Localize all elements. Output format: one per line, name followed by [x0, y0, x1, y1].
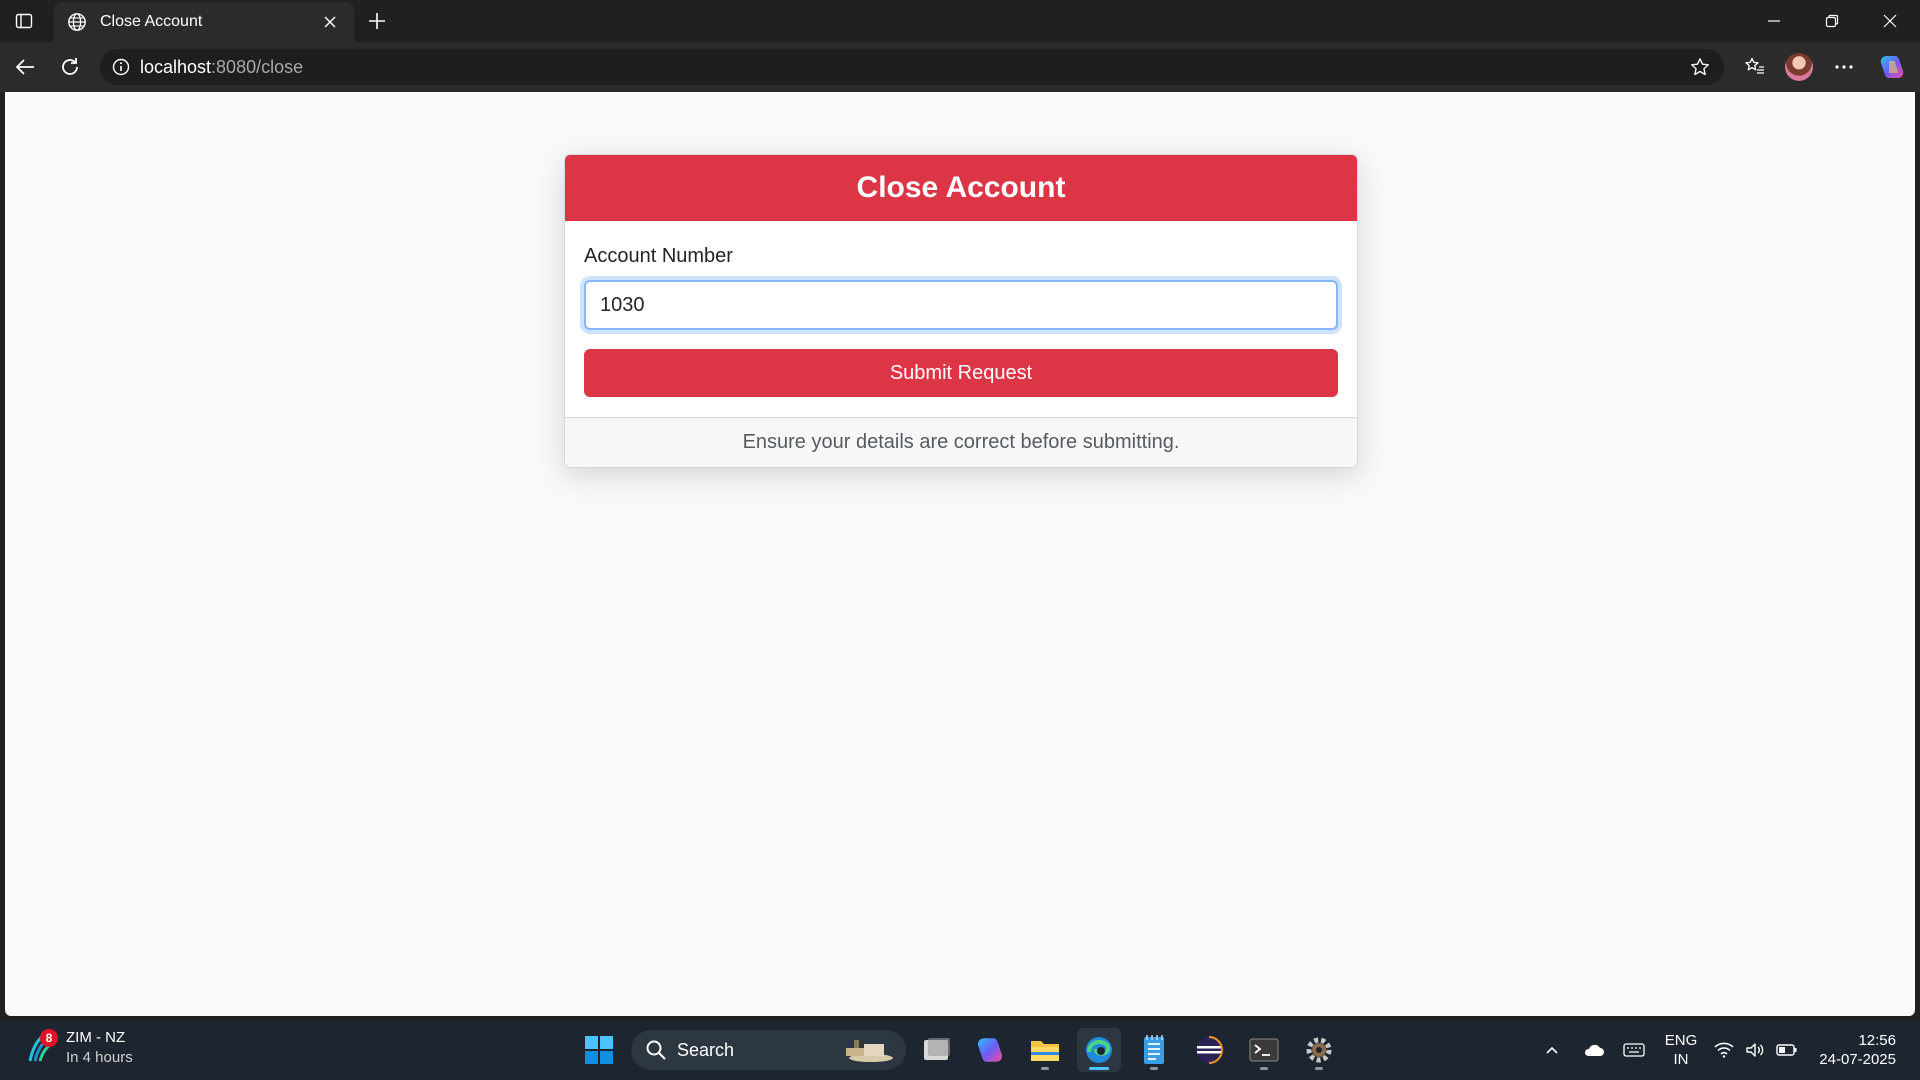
minimize-icon — [1768, 20, 1780, 22]
taskbar: 8 ZIM - NZ In 4 hours Search ENG IN 12:5… — [0, 1020, 1920, 1080]
notepad-icon — [1144, 1035, 1164, 1064]
globe-icon — [66, 11, 88, 33]
terminal-button[interactable] — [1242, 1028, 1286, 1072]
weather-title: ZIM - NZ — [66, 1029, 126, 1046]
account-number-label: Account Number — [584, 245, 733, 267]
copilot-app-icon — [977, 1038, 1003, 1062]
account-number-input[interactable] — [584, 280, 1338, 330]
tab-actions-button[interactable] — [8, 5, 40, 37]
keyboard-icon — [1623, 1043, 1645, 1057]
favorites-list-icon — [1745, 57, 1764, 74]
edge-icon — [1086, 1037, 1112, 1063]
url-host: localhost — [140, 56, 212, 77]
running-indicator — [1315, 1067, 1323, 1070]
url-path: :8080/close — [211, 56, 304, 77]
onedrive-button[interactable] — [1580, 1030, 1608, 1070]
battery-icon — [1776, 1044, 1797, 1056]
search-label: Search — [677, 1039, 735, 1060]
refresh-icon — [62, 58, 78, 75]
running-indicator — [1260, 1067, 1268, 1070]
restore-icon — [1825, 14, 1839, 28]
taskbar-search[interactable]: Search — [631, 1030, 906, 1070]
avatar — [1785, 53, 1813, 81]
input-language-button[interactable]: ENG IN — [1658, 1030, 1704, 1070]
notification-badge: 8 — [40, 1029, 58, 1047]
cricket-icon: 8 — [24, 1029, 58, 1065]
favorites-button[interactable] — [1736, 48, 1774, 86]
page-title: Close Account — [856, 171, 1066, 204]
running-indicator — [1150, 1067, 1158, 1070]
minimize-button[interactable] — [1745, 0, 1803, 42]
plus-icon — [369, 13, 385, 29]
gear-icon — [1306, 1037, 1332, 1063]
eclipse-button[interactable] — [1187, 1028, 1231, 1072]
wifi-icon — [1714, 1042, 1734, 1058]
browser-titlebar: Close Account — [0, 0, 1920, 42]
task-view-button[interactable] — [914, 1028, 958, 1072]
profile-button[interactable] — [1780, 48, 1818, 86]
start-button[interactable] — [577, 1028, 621, 1072]
back-arrow-icon — [15, 59, 34, 75]
close-window-button[interactable] — [1861, 0, 1919, 42]
eclipse-icon — [1196, 1036, 1223, 1064]
chevron-up-icon — [1546, 1046, 1558, 1054]
weather-subtitle: In 4 hours — [66, 1049, 133, 1066]
notepad-button[interactable] — [1132, 1028, 1176, 1072]
tab-title: Close Account — [100, 13, 203, 30]
site-info-icon[interactable] — [112, 58, 130, 76]
url-text[interactable]: localhost:8080/close — [140, 57, 303, 78]
back-button[interactable] — [6, 48, 44, 86]
tab-close-icon[interactable] — [318, 10, 342, 34]
more-dots-icon — [1835, 65, 1853, 69]
terminal-icon — [1249, 1038, 1279, 1062]
clock-time: 12:56 — [1858, 1032, 1896, 1049]
touch-keyboard-button[interactable] — [1620, 1030, 1648, 1070]
submit-request-button[interactable]: Submit Request — [584, 349, 1338, 397]
search-icon — [646, 1040, 666, 1060]
running-indicator — [1041, 1067, 1049, 1070]
address-bar[interactable]: localhost:8080/close — [100, 49, 1724, 85]
region-code: IN — [1673, 1051, 1689, 1068]
show-hidden-icons-button[interactable] — [1540, 1030, 1564, 1070]
settings-more-button[interactable] — [1825, 48, 1863, 86]
clock-date: 24-07-2025 — [1819, 1051, 1896, 1068]
edge-button[interactable] — [1077, 1028, 1121, 1072]
browser-toolbar: localhost:8080/close — [0, 42, 1920, 92]
running-indicator — [1089, 1067, 1109, 1070]
close-account-card: Close Account Account Number Submit Requ… — [564, 154, 1358, 468]
page-viewport: Close Account Account Number Submit Requ… — [5, 92, 1915, 1016]
restore-button[interactable] — [1803, 0, 1861, 42]
folder-icon — [1031, 1041, 1059, 1061]
new-tab-button[interactable] — [360, 4, 394, 38]
copilot-app-button[interactable] — [968, 1028, 1012, 1072]
favorite-star-icon[interactable] — [1688, 55, 1712, 79]
copilot-icon — [1880, 56, 1904, 78]
file-explorer-button[interactable] — [1023, 1028, 1067, 1072]
settings-app-button[interactable] — [1297, 1028, 1341, 1072]
clock-button[interactable]: 12:56 24-07-2025 — [1810, 1030, 1896, 1070]
volume-icon — [1746, 1043, 1764, 1057]
footer-note: Ensure your details are correct before s… — [742, 431, 1180, 453]
language-code: ENG — [1664, 1032, 1698, 1049]
weather-widget[interactable]: 8 ZIM - NZ In 4 hours — [24, 1028, 133, 1068]
card-footer: Ensure your details are correct before s… — [565, 417, 1357, 467]
tab-close-account[interactable]: Close Account — [54, 2, 354, 42]
search-highlight-icon — [846, 1040, 893, 1062]
quick-settings-button[interactable] — [1714, 1030, 1798, 1070]
tab-actions-icon — [15, 13, 33, 29]
copilot-button[interactable] — [1873, 48, 1911, 86]
close-icon — [1883, 14, 1897, 28]
card-header: Close Account — [565, 155, 1357, 221]
task-view-icon — [924, 1038, 950, 1060]
card-body: Account Number Submit Request — [565, 221, 1357, 417]
refresh-button[interactable] — [51, 48, 89, 86]
cloud-icon — [1584, 1044, 1604, 1056]
windows-logo-icon — [585, 1036, 613, 1064]
